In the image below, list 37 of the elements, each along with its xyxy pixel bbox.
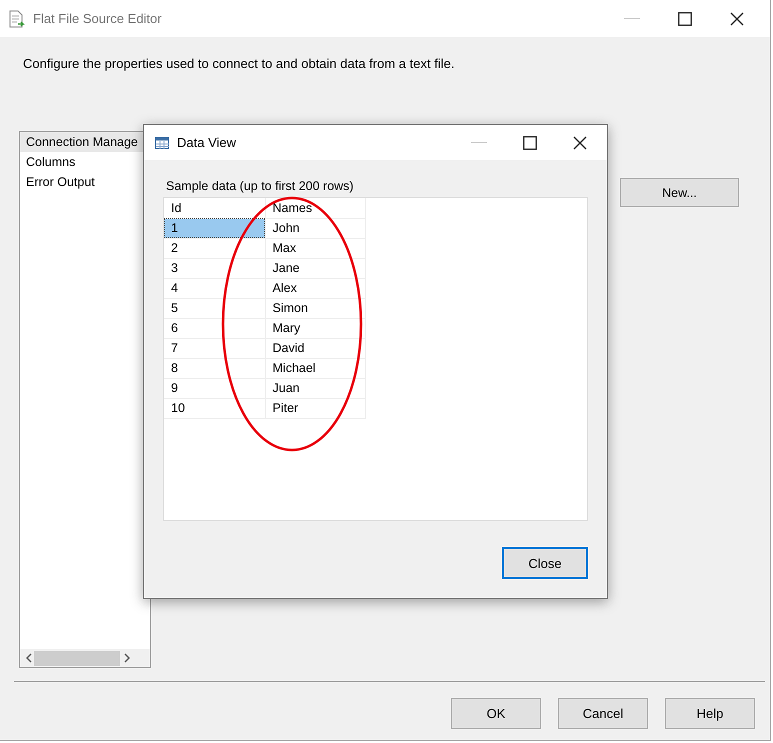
grid-icon xyxy=(155,136,169,148)
dialog-button[interactable]: OK xyxy=(451,698,541,729)
new-button[interactable]: New... xyxy=(620,178,739,207)
dialog-button[interactable]: Cancel xyxy=(558,698,648,729)
sample-caption: Sample data (up to first 200 rows) xyxy=(166,179,355,193)
table-cell: Piter xyxy=(265,398,365,418)
table-cell: John xyxy=(265,218,365,238)
table-cell: 6 xyxy=(164,318,265,338)
horizontal-scrollbar[interactable] xyxy=(20,649,150,667)
table-cell: Mary xyxy=(265,318,365,338)
maximize-icon[interactable] xyxy=(523,136,537,150)
close-icon[interactable] xyxy=(730,12,744,26)
description-text: Configure the properties used to connect to and obtain data from a text file. xyxy=(23,56,456,71)
table-cell: 8 xyxy=(164,358,265,378)
dialog-button[interactable]: Help xyxy=(665,698,755,729)
window-title: Flat File Source Editor xyxy=(33,11,162,26)
table-cell: Jane xyxy=(265,258,365,278)
table-cell: 1 xyxy=(164,218,265,238)
table-cell: David xyxy=(265,338,365,358)
maximize-icon[interactable] xyxy=(678,12,692,26)
table-cell: Michael xyxy=(265,358,365,378)
table-cell: 5 xyxy=(164,298,265,318)
table-cell: 9 xyxy=(164,378,265,398)
table-cell: 7 xyxy=(164,338,265,358)
table-cell: 2 xyxy=(164,238,265,258)
table-cell: Simon xyxy=(265,298,365,318)
table-cell: Max xyxy=(265,238,365,258)
table-cell: 3 xyxy=(164,258,265,278)
table-cell: 4 xyxy=(164,278,265,298)
close-icon[interactable] xyxy=(573,136,587,150)
table-cell: 10 xyxy=(164,398,265,418)
column-header[interactable]: Names xyxy=(265,198,365,218)
table-cell: Alex xyxy=(265,278,365,298)
document-icon xyxy=(9,10,25,28)
dialog-title: Data View xyxy=(177,135,236,150)
table-cell: Juan xyxy=(265,378,365,398)
close-button[interactable]: Close xyxy=(502,547,588,579)
